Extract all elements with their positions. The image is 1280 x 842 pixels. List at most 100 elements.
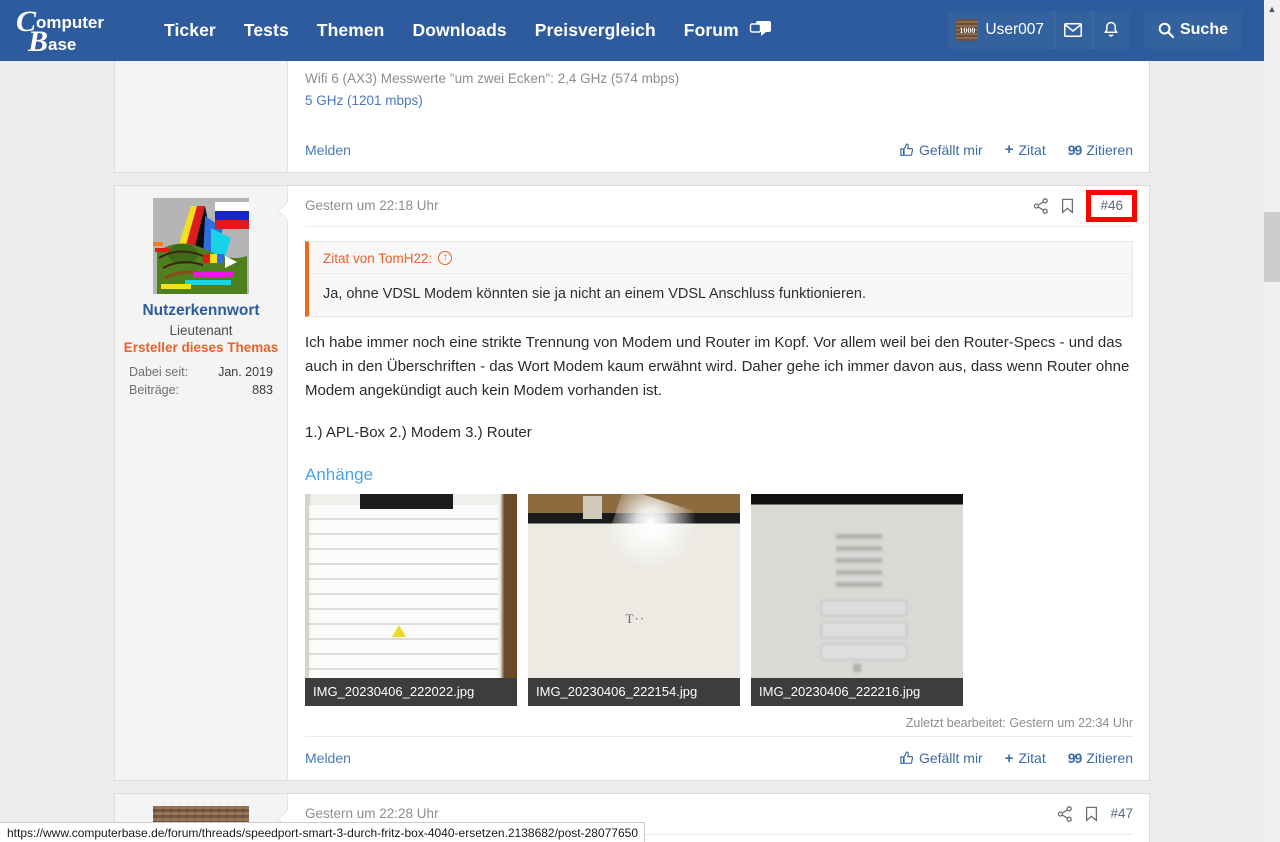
post-top-partial: Wifi 6 (AX3) Messwerte "um zwei Ecken": …: [114, 61, 1150, 173]
like-label: Gefällt mir: [919, 142, 983, 158]
attachment-thumbnail-3[interactable]: IMG_20230406_222216.jpg: [751, 494, 963, 706]
nav-item-ticker[interactable]: Ticker: [150, 14, 230, 47]
quote-attribution-text: Zitat von TomH22:: [323, 251, 432, 266]
computerbase-logo[interactable]: C omputer B ase: [14, 7, 136, 55]
bell-icon: [1103, 21, 1119, 39]
alerts-button[interactable]: [1092, 11, 1130, 49]
search-icon: [1158, 22, 1174, 38]
quote-button[interactable]: 99 Zitieren: [1068, 142, 1133, 158]
post-partial-text-1: Wifi 6 (AX3) Messwerte "um zwei Ecken": …: [305, 71, 679, 86]
post-46-header: Gestern um 22:18 Uhr: [305, 186, 1133, 227]
attachment-3-image: [751, 494, 963, 706]
joined-label: Dabei seit:: [129, 363, 188, 381]
thumbs-up-icon: [900, 143, 914, 157]
post-46-author-name[interactable]: Nutzerkennwort: [115, 302, 287, 321]
post-46-footer: Melden Gefällt mir + Zitat: [305, 736, 1133, 780]
plus-icon: +: [1005, 750, 1014, 767]
post-46-quote-button[interactable]: 99 Zitieren: [1068, 750, 1133, 766]
user-profile-link[interactable]: 1000 User007: [948, 11, 1054, 49]
envelope-icon: [1064, 23, 1082, 37]
share-icon[interactable]: [1057, 806, 1073, 822]
post-partial-text-2: 5 GHz (1201 mbps): [305, 93, 423, 108]
post-footer: Melden Gefällt mir + Zitat: [305, 128, 1133, 172]
attachment-thumbnail-2[interactable]: T·· IMG_20230406_222154.jpg: [528, 494, 740, 706]
attachments-list: IMG_20230406_222022.jpg T·· IMG_20230406…: [305, 494, 1133, 706]
svg-text:B: B: [27, 25, 48, 55]
add-quote-label: Zitat: [1019, 142, 1046, 158]
report-link[interactable]: Melden: [305, 142, 351, 158]
post-46-date[interactable]: Gestern um 22:18 Uhr: [305, 198, 439, 213]
add-quote-button[interactable]: + Zitat: [1005, 141, 1046, 158]
plus-icon: +: [1005, 141, 1014, 158]
post-46-quote-block: Zitat von TomH22: ↑ Ja, ohne VDSL Modem …: [305, 241, 1133, 317]
site-header: C omputer B ase Ticker Tests Themen Down…: [0, 0, 1264, 61]
post-46-header-actions: #46: [1033, 190, 1133, 222]
attachment-2-filename: IMG_20230406_222154.jpg: [528, 678, 740, 706]
nav-item-forum-label: Forum: [684, 20, 739, 40]
posts-count-value: 883: [252, 381, 273, 399]
posts-count-label: Beiträge:: [129, 381, 179, 399]
quotation-marks-icon: 99: [1068, 142, 1082, 158]
inbox-button[interactable]: [1054, 11, 1092, 49]
like-button[interactable]: Gefällt mir: [900, 142, 983, 158]
header-right-controls: 1000 User007: [948, 11, 1242, 49]
attachment-thumbnail-1[interactable]: IMG_20230406_222022.jpg: [305, 494, 517, 706]
post-46-body: Gestern um 22:18 Uhr: [288, 186, 1149, 780]
nav-item-preisvergleich[interactable]: Preisvergleich: [521, 14, 670, 47]
bookmark-icon[interactable]: [1085, 806, 1098, 822]
quote-text: Ja, ohne VDSL Modem könnten sie ja nicht…: [309, 274, 1132, 316]
share-icon[interactable]: [1033, 198, 1049, 214]
user-name: User007: [985, 21, 1044, 39]
nav-item-themen[interactable]: Themen: [303, 14, 399, 47]
quotation-marks-icon: 99: [1068, 750, 1082, 766]
header-avatar-text: 1000: [959, 26, 975, 35]
post-46-avatar[interactable]: [153, 198, 249, 294]
forum-speech-bubble-icon: [749, 20, 773, 42]
post-46-author-sidebar: Nutzerkennwort Lieutenant Ersteller dies…: [115, 186, 288, 780]
post-47-header-actions: #47: [1057, 806, 1133, 822]
jump-to-quote-icon[interactable]: ↑: [438, 251, 452, 265]
post-actions: Gefällt mir + Zitat 99 Zitieren: [900, 141, 1133, 158]
post-46-permalink[interactable]: #46: [1086, 190, 1137, 222]
post-body: Wifi 6 (AX3) Messwerte "um zwei Ecken": …: [288, 61, 1149, 172]
quote-attribution[interactable]: Zitat von TomH22: ↑: [309, 242, 1132, 274]
status-bar-url: https://www.computerbase.de/forum/thread…: [0, 822, 645, 842]
post-46-author-stats: Dabei seit: Jan. 2019 Beiträge: 883: [115, 363, 287, 399]
nav-item-downloads[interactable]: Downloads: [398, 14, 520, 47]
post-47-permalink[interactable]: #47: [1110, 806, 1133, 821]
telekom-logo-icon: T··: [626, 611, 646, 627]
bookmark-icon[interactable]: [1061, 198, 1074, 214]
warning-triangle-icon: [392, 625, 406, 637]
main-navigation: Ticker Tests Themen Downloads Preisvergl…: [150, 14, 773, 47]
post-46-edited-note: Zuletzt bearbeitet: Gestern um 22:34 Uhr: [305, 716, 1133, 730]
scroll-up-arrow-icon[interactable]: ▲: [1264, 0, 1280, 17]
post-46-quote-label: Zitieren: [1086, 750, 1133, 766]
page-content: Wifi 6 (AX3) Messwerte "um zwei Ecken": …: [0, 61, 1264, 842]
post-47-date[interactable]: Gestern um 22:28 Uhr: [305, 806, 439, 821]
post-46-like-button[interactable]: Gefällt mir: [900, 750, 983, 766]
attachments-heading: Anhänge: [305, 465, 1133, 485]
vertical-scrollbar[interactable]: ▲: [1264, 0, 1280, 842]
post-46: Nutzerkennwort Lieutenant Ersteller dies…: [114, 185, 1150, 781]
search-button[interactable]: Suche: [1144, 11, 1242, 49]
scrollbar-thumb[interactable]: [1264, 212, 1280, 282]
post-46-paragraph-1: Ich habe immer noch eine strikte Trennun…: [305, 331, 1133, 404]
nav-item-tests[interactable]: Tests: [230, 14, 303, 47]
post-author-sidebar: [115, 61, 288, 172]
attachment-1-image: [305, 494, 517, 706]
header-avatar: 1000: [956, 19, 978, 41]
posts-count-row: Beiträge: 883: [129, 381, 273, 399]
attachment-3-filename: IMG_20230406_222216.jpg: [751, 678, 963, 706]
post-46-author-rank: Lieutenant: [115, 323, 287, 338]
post-46-add-quote-button[interactable]: + Zitat: [1005, 750, 1046, 767]
post-46-add-quote-label: Zitat: [1019, 750, 1046, 766]
joined-row: Dabei seit: Jan. 2019: [129, 363, 273, 381]
nav-item-forum[interactable]: Forum: [670, 14, 745, 47]
logo-text-base: ase: [48, 35, 76, 54]
post-46-report-link[interactable]: Melden: [305, 750, 351, 766]
post-46-paragraph-2: 1.) APL-Box 2.) Modem 3.) Router: [305, 421, 1133, 445]
thumbs-up-icon: [900, 751, 914, 765]
user-menu[interactable]: 1000 User007: [948, 11, 1130, 49]
attachment-2-image: T··: [528, 494, 740, 706]
post-46-like-label: Gefällt mir: [919, 750, 983, 766]
